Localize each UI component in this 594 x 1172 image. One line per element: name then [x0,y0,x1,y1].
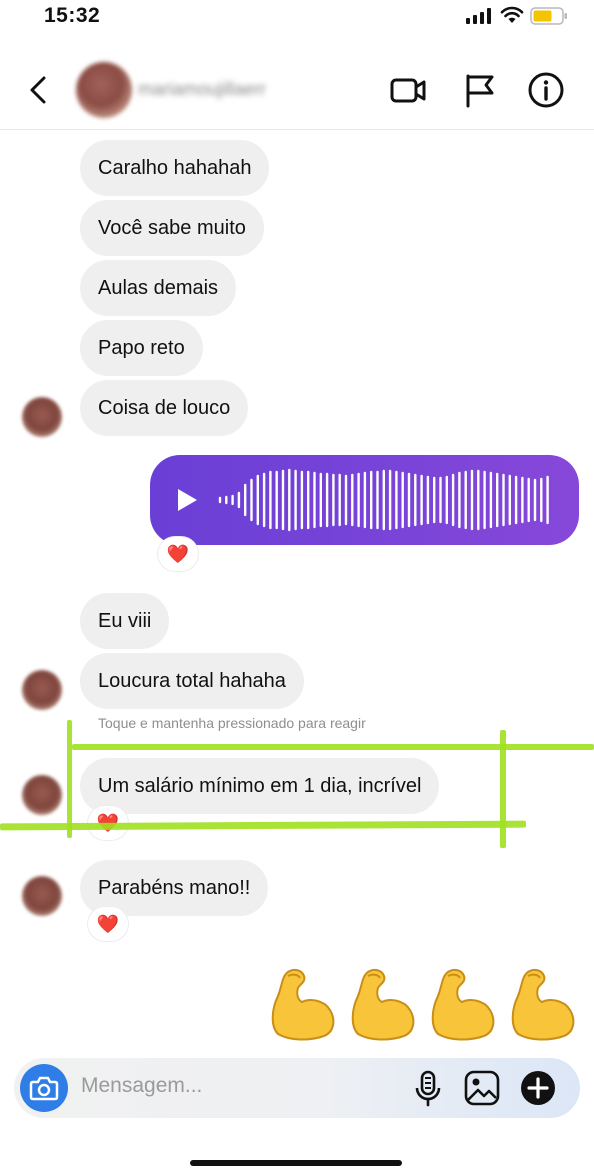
message-input[interactable]: Mensagem... [81,1074,202,1098]
sender-avatar[interactable] [22,397,62,437]
microphone-icon[interactable] [408,1068,448,1108]
chat-header: mariamoujillaerr [0,50,594,130]
reaction-hint: Toque e mantenha pressionado para reagir [98,715,366,731]
sender-avatar[interactable] [22,670,62,710]
received-message[interactable]: Papo reto [80,320,203,376]
play-icon[interactable] [176,488,198,512]
sent-emoji-message[interactable] [268,966,578,1046]
received-message[interactable]: Loucura total hahaha [80,653,304,709]
received-message[interactable]: Um salário mínimo em 1 dia, incrível [80,758,440,814]
add-icon[interactable] [518,1068,558,1108]
received-message[interactable]: Aulas demais [80,260,237,316]
flexed-biceps-icon [511,968,575,1041]
contact-name[interactable]: mariamoujillaerr [138,79,266,100]
flexed-biceps-icon [431,968,495,1041]
back-chevron-icon[interactable] [24,70,52,110]
home-indicator [190,1160,402,1166]
camera-icon [29,1076,59,1101]
received-message[interactable]: Você sabe muito [80,200,264,256]
highlight-stroke [72,744,594,750]
status-time: 15:32 [44,4,101,27]
battery-icon [530,7,567,25]
wifi-icon [500,6,524,23]
highlight-stroke [67,720,72,838]
received-message[interactable]: Caralho hahahah [80,140,270,196]
heart-reaction[interactable]: ❤️ [158,537,198,571]
sender-avatar[interactable] [22,876,62,916]
info-icon[interactable] [526,70,566,110]
flexed-biceps-icon [351,968,415,1041]
camera-button[interactable] [20,1064,68,1112]
audio-waveform[interactable] [212,466,562,534]
heart-reaction[interactable]: ❤️ [88,907,128,941]
highlight-stroke [0,820,527,831]
flag-icon[interactable] [460,70,500,110]
status-bar: 15:32 [0,0,594,36]
sender-avatar[interactable] [22,775,62,815]
contact-avatar[interactable] [76,62,132,118]
received-message[interactable]: Eu viii [80,593,170,649]
gallery-icon[interactable] [462,1068,502,1108]
highlight-stroke [500,730,506,848]
video-call-icon[interactable] [388,70,428,110]
signal-icon [466,8,491,24]
flexed-biceps-icon [271,968,335,1041]
received-message[interactable]: Coisa de louco [80,380,249,436]
